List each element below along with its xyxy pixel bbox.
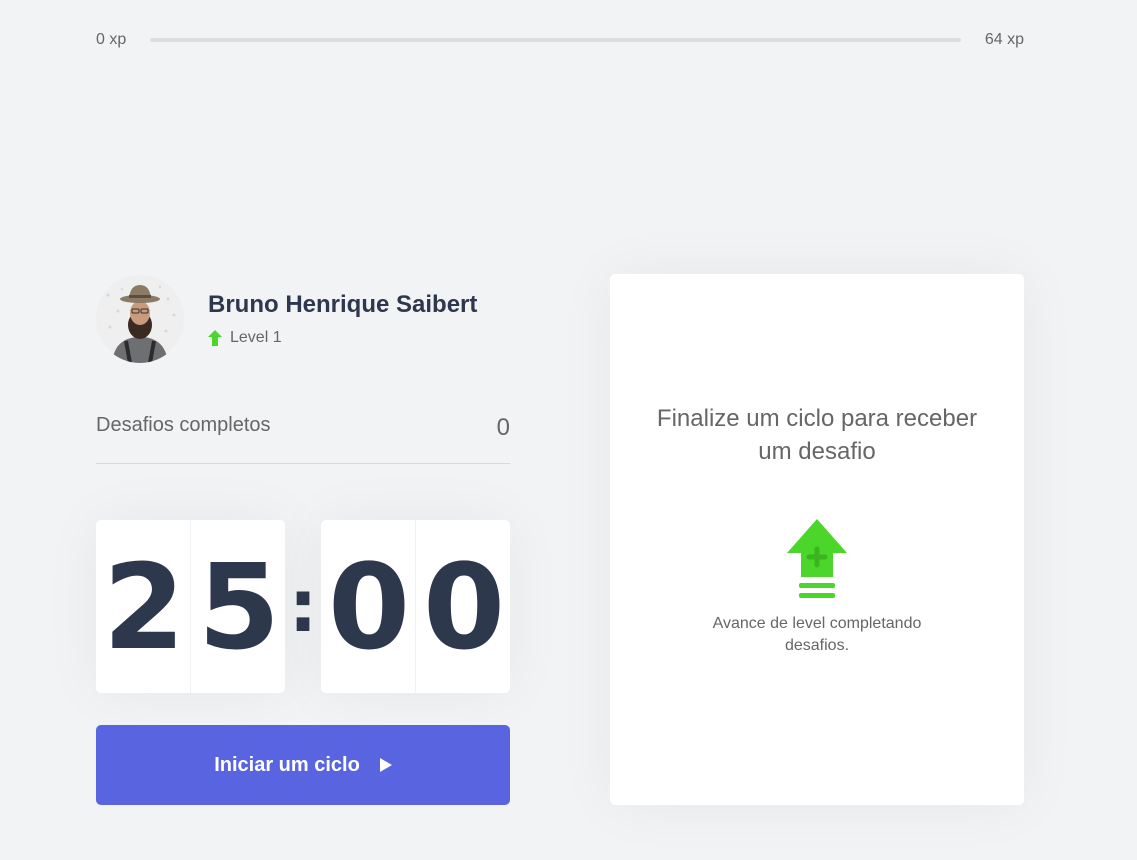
challenge-card: Finalize um ciclo para receber um desafi…: [610, 274, 1024, 805]
completed-challenges: Desafios completos 0: [96, 414, 510, 464]
profile-name: Bruno Henrique Saibert: [208, 291, 478, 318]
profile: Bruno Henrique Saibert Level 1: [96, 275, 477, 363]
minute-digit-tens: 2: [102, 537, 185, 676]
level-up-arrow-icon: [208, 330, 222, 346]
xp-next-label: 64 xp: [984, 31, 1024, 48]
start-cycle-label: Iniciar um ciclo: [214, 753, 360, 776]
xp-progress-track: [150, 38, 961, 42]
play-icon: [379, 758, 392, 772]
xp-current-label: 0 xp: [96, 31, 127, 48]
second-digit-tens: 0: [327, 537, 410, 676]
second-digit-ones: 0: [415, 520, 510, 693]
avatar: [96, 275, 184, 363]
start-cycle-button[interactable]: Iniciar um ciclo: [96, 725, 510, 805]
level-up-icon: [787, 518, 847, 598]
challenge-card-title: Finalize um ciclo para receber um desafi…: [656, 404, 978, 466]
countdown-seconds: 0 0: [321, 520, 510, 693]
minute-digit-ones: 5: [190, 520, 285, 693]
level-label: Level 1: [230, 329, 282, 346]
experience-bar: 0 xp 64 xp: [96, 29, 1024, 51]
countdown: 2 5 : 0 0: [96, 520, 510, 693]
challenge-card-description: Avance de level completando desafios.: [712, 614, 922, 655]
level-row: Level 1: [208, 329, 477, 347]
completed-challenges-label: Desafios completos: [96, 414, 271, 436]
completed-challenges-count: 0: [496, 414, 510, 441]
countdown-separator: :: [288, 564, 318, 648]
countdown-minutes: 2 5: [96, 520, 285, 693]
profile-info: Bruno Henrique Saibert Level 1: [208, 291, 477, 347]
